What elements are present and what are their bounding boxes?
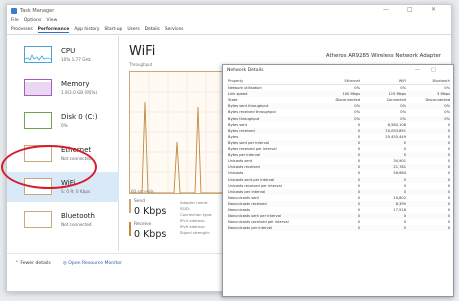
tab-users[interactable]: Users: [127, 27, 139, 32]
menu-bar: File Options View: [7, 16, 451, 24]
page-title: WiFi: [129, 44, 156, 59]
fewer-details-button[interactable]: ⌃ Fewer details: [15, 261, 51, 266]
table-cell: 0%: [400, 86, 406, 91]
sidebar-item-sub: 10% 1.77 GHz: [61, 57, 91, 62]
sidebar-item-sub: S: 0 R: 0 Kbps: [61, 189, 91, 194]
send-indicator: [129, 199, 131, 213]
sidebar-item-memory[interactable]: Memory 1.9/2.0 GB (95%): [7, 73, 119, 103]
tab-processes[interactable]: Processes: [11, 27, 33, 32]
open-resource-monitor-label: Open Resource Monitor: [68, 261, 122, 266]
table-header-row: Property Ethernet WiFi Bluetooth: [227, 78, 451, 86]
throughput-graph: [129, 71, 224, 194]
column-header-property[interactable]: Property: [227, 78, 315, 86]
network-details-table: Property Ethernet WiFi Bluetooth Network…: [227, 78, 451, 232]
table-cell: Network utilisation: [228, 86, 262, 91]
adapter-properties: Adapter name: SSID: Connection type: IPv…: [180, 200, 212, 236]
send-value: 0 Kbps: [134, 206, 167, 217]
throughput-label: Throughput: [129, 62, 153, 67]
send-label: Send: [134, 199, 146, 204]
table-cell: 0: [315, 225, 361, 232]
table-cell: 0%: [444, 86, 450, 91]
receive-value: 0 Kbps: [134, 229, 167, 240]
chevron-up-icon: ⌃: [15, 261, 19, 266]
table-row[interactable]: Network utilisation 0% 0% 0%: [227, 85, 451, 92]
memory-thumbnail-graph: [24, 79, 52, 96]
minimize-button[interactable]: —: [415, 67, 420, 73]
receive-label: Receive: [134, 222, 152, 227]
tab-bar: Processes Performance App history Start-…: [7, 25, 451, 35]
maximize-button[interactable]: □: [407, 6, 413, 13]
tab-details[interactable]: Details: [145, 27, 160, 32]
sidebar-item-label: Memory: [61, 80, 90, 88]
close-button[interactable]: ✕: [431, 6, 436, 13]
throughput-graph-lines: [130, 72, 223, 193]
highlight-circle-annotation: [1, 145, 97, 189]
sidebar-item-disk[interactable]: Disk 0 (C:) 0%: [7, 106, 119, 136]
network-details-rows: Network utilisation 0% 0% 0% Link speed 100 M…: [227, 85, 451, 232]
tab-start-up[interactable]: Start-up: [104, 27, 122, 32]
sidebar-item-sub: 0%: [61, 123, 68, 128]
sidebar-item-sub: 1.9/2.0 GB (95%): [61, 90, 98, 95]
time-axis-label: 60 seconds: [131, 189, 154, 194]
sidebar-item-label: Disk 0 (C:): [61, 113, 98, 121]
sidebar-item-bluetooth[interactable]: Bluetooth Not connected: [7, 205, 119, 235]
adapter-name: Atheros AR9285 Wireless Network Adapter: [325, 53, 441, 59]
column-header-ethernet[interactable]: Ethernet: [315, 78, 361, 86]
table-cell: Nonunicasts per interval: [227, 225, 315, 232]
tab-app-history[interactable]: App history: [74, 27, 99, 32]
window-title: Task Manager: [20, 7, 55, 14]
tab-services[interactable]: Services: [165, 27, 184, 32]
network-details-window: Network Details — □ Property Ethernet Wi…: [222, 64, 454, 297]
column-header-wifi[interactable]: WiFi: [361, 78, 407, 86]
minimize-button[interactable]: —: [383, 6, 389, 13]
sidebar-item-cpu[interactable]: CPU 10% 1.77 GHz: [7, 40, 119, 70]
disk-thumbnail-graph: [24, 112, 52, 129]
task-manager-icon: [11, 7, 17, 14]
receive-indicator: [129, 222, 131, 236]
open-resource-monitor-link[interactable]: ◎ Open Resource Monitor: [63, 261, 122, 266]
sidebar-item-label: CPU: [61, 47, 76, 55]
maximize-button[interactable]: □: [431, 67, 436, 73]
table-row[interactable]: Nonunicasts per interval 0 0 0: [227, 225, 451, 232]
resource-sidebar: CPU 10% 1.77 GHz Memory 1.9/2.0 GB (95%)…: [7, 36, 119, 251]
table-cell: 0: [361, 225, 407, 232]
bluetooth-thumbnail-graph: [24, 211, 52, 228]
sidebar-item-sub: Not connected: [61, 222, 92, 227]
network-details-title: Network Details: [227, 68, 264, 73]
tab-performance[interactable]: Performance: [37, 27, 70, 33]
prop-signal: Signal strength:: [180, 230, 211, 235]
title-bar: Task Manager — □ ✕: [7, 5, 451, 16]
resource-monitor-icon: ◎: [62, 261, 67, 266]
fewer-details-label: Fewer details: [20, 261, 51, 266]
table-cell: 0%: [354, 86, 360, 91]
menu-view[interactable]: View: [46, 18, 57, 23]
column-header-bluetooth[interactable]: Bluetooth: [407, 78, 451, 86]
sidebar-item-label: Bluetooth: [61, 212, 95, 220]
cpu-thumbnail-graph: [24, 46, 52, 63]
table-cell: 0: [407, 225, 451, 232]
menu-options[interactable]: Options: [24, 18, 42, 23]
menu-file[interactable]: File: [11, 18, 19, 23]
